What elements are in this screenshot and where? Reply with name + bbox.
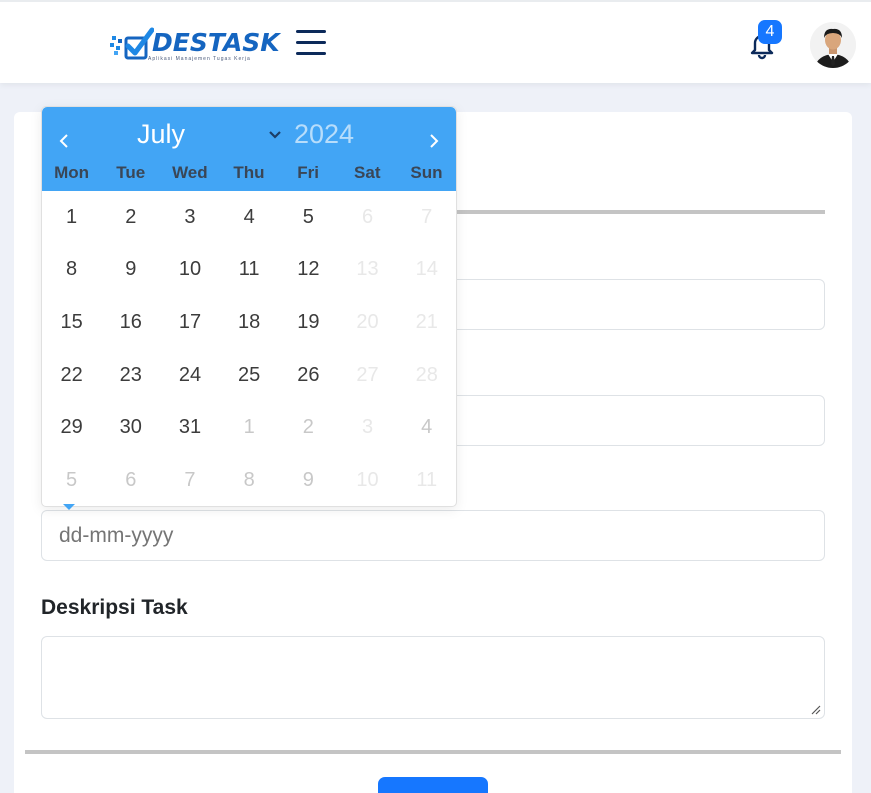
next-month-icon[interactable] (420, 127, 448, 155)
destask-logo[interactable]: DESTASK Aplikasi Manajemen Tugas Kerja (110, 24, 280, 64)
description-label: Deskripsi Task (41, 596, 188, 619)
calendar-day[interactable]: 4 (397, 401, 456, 454)
calendar-day: 6 (361, 205, 374, 228)
calendar-day[interactable]: 25 (220, 349, 279, 402)
calendar-day: 7 (421, 205, 433, 228)
weekday-label: Tue (116, 163, 146, 182)
calendar-day: 13 (356, 258, 379, 281)
footer-divider (25, 750, 841, 754)
calendar-day: 27 (356, 363, 379, 386)
calendar-day[interactable]: 23 (101, 349, 160, 402)
date-input[interactable] (41, 510, 825, 561)
calendar-day: 11 (416, 468, 438, 491)
calendar-day[interactable]: 8 (42, 244, 101, 297)
calendar-day: 20 (356, 310, 379, 333)
calendar-day[interactable]: 19 (279, 296, 338, 349)
logo-tagline: Aplikasi Manajemen Tugas Kerja (148, 56, 251, 62)
days-grid: 1 2 3 4 5 6 7 8 9 10 11 12 13 14 15 16 17 18 19 20 21 22 23 24 2… (42, 191, 456, 507)
weekday-label: Sat (354, 163, 381, 182)
calendar-day[interactable]: 4 (220, 191, 279, 244)
calendar-day[interactable]: 5 (279, 191, 338, 244)
calendar-day[interactable]: 18 (220, 296, 279, 349)
month-selector[interactable]: July (137, 119, 185, 150)
year-input[interactable]: 2024 (294, 119, 354, 150)
calendar-day[interactable]: 6 (101, 454, 160, 507)
calendar-day[interactable]: 24 (160, 349, 219, 402)
calendar-day[interactable]: 29 (42, 401, 101, 454)
date-picker-pointer (63, 504, 75, 510)
calendar-day[interactable]: 9 (101, 244, 160, 297)
weekday-label: Sun (410, 163, 443, 182)
calendar-day[interactable]: 2 (101, 191, 160, 244)
calendar-day: 28 (415, 363, 438, 386)
calendar-day[interactable]: 7 (160, 454, 219, 507)
calendar-day[interactable]: 22 (42, 349, 101, 402)
calendar-day[interactable]: 16 (101, 296, 160, 349)
calendar-day[interactable]: 1 (42, 191, 101, 244)
calendar-day[interactable]: 12 (279, 244, 338, 297)
calendar-day: 3 (361, 416, 374, 439)
weekday-label: Mon (54, 163, 90, 182)
prev-month-icon[interactable] (50, 127, 78, 155)
calendar-day: 10 (356, 468, 379, 491)
calendar-day[interactable]: 9 (279, 454, 338, 507)
logo-check-icon (110, 27, 154, 60)
calendar-day[interactable]: 30 (101, 401, 160, 454)
resize-grip-icon[interactable] (811, 705, 821, 715)
weekday-label: Wed (172, 163, 208, 182)
calendar-day[interactable]: 10 (160, 244, 219, 297)
calendar-day: 14 (415, 258, 438, 281)
calendar-day[interactable]: 5 (42, 454, 101, 507)
weekday-label: Thu (233, 163, 265, 182)
calendar-day[interactable]: 11 (220, 244, 279, 297)
chevron-down-icon[interactable] (267, 129, 283, 141)
calendar-day[interactable]: 26 (279, 349, 338, 402)
calendar-day[interactable]: 8 (220, 454, 279, 507)
calendar-day[interactable]: 17 (160, 296, 219, 349)
weekday-header-row: Mon Tue Wed Thu Fri Sat Sun (42, 163, 456, 183)
date-picker-calendar: July 2024 Mon Tue Wed Thu Fri Sat Sun 12… (41, 106, 457, 507)
menu-toggle-icon[interactable] (296, 30, 326, 56)
logo-text: DESTASK (152, 28, 280, 57)
submit-button[interactable] (378, 777, 488, 793)
description-textarea[interactable] (41, 636, 825, 719)
calendar-day: 21 (415, 310, 438, 333)
top-navbar: DESTASK Aplikasi Manajemen Tugas Kerja 4 (0, 0, 871, 83)
date-picker-header: July 2024 Mon Tue Wed Thu Fri Sat Sun (42, 107, 456, 191)
calendar-day[interactable]: 31 (160, 401, 219, 454)
notification-count-badge: 4 (758, 20, 782, 44)
calendar-day[interactable]: 2 (279, 401, 338, 454)
calendar-day[interactable]: 1 (220, 401, 279, 454)
user-avatar[interactable] (810, 22, 856, 68)
calendar-day[interactable]: 15 (42, 296, 101, 349)
calendar-day[interactable]: 3 (160, 191, 219, 244)
weekday-label: Fri (297, 163, 319, 182)
